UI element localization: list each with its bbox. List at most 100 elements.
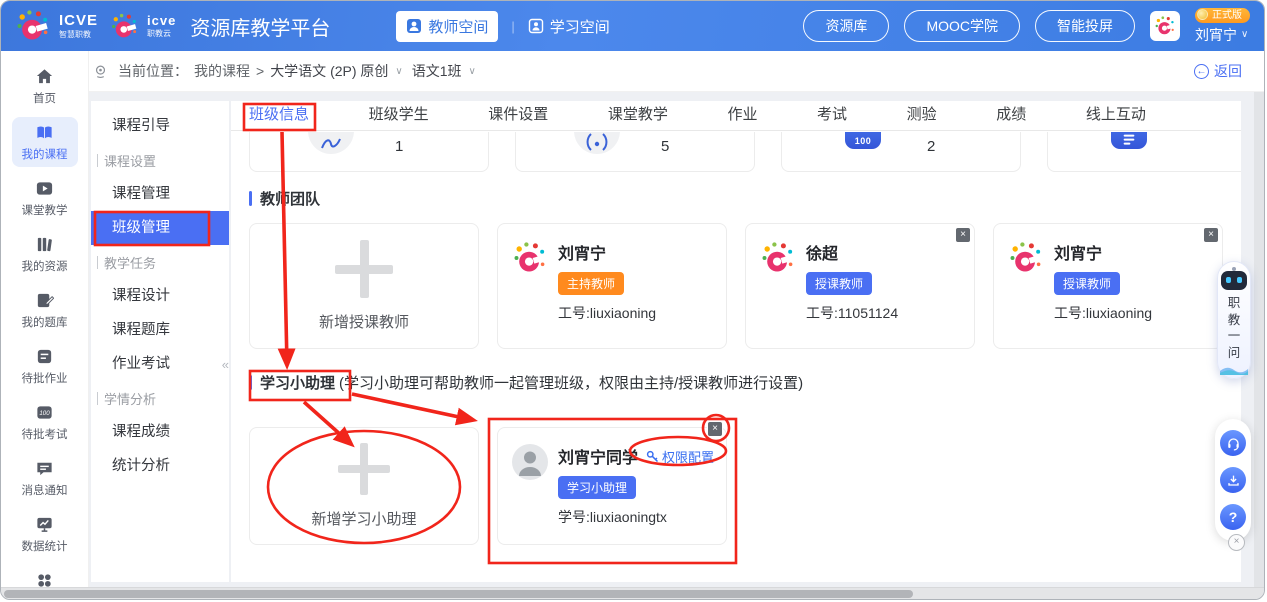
avatar [760, 240, 796, 276]
page-title: 资源库教学平台 [190, 12, 330, 41]
submenu-item-course-grades[interactable]: 课程成绩 [91, 415, 229, 449]
app-window: ICVE 智慧职教 icve 职教云 资源库教学平台 教师空间 | [0, 0, 1265, 600]
vertical-scrollbar-track[interactable] [1254, 51, 1264, 587]
location-pin-icon [93, 64, 108, 79]
breadcrumb: 当前位置： 我的课程 > 大学语文 (2P) 原创 ∨ 语文1班 ∨ ← 返回 [77, 51, 1264, 92]
teacher-stat-icon [308, 132, 354, 154]
floating-close-button[interactable]: × [1228, 534, 1245, 551]
tab-quiz[interactable]: 测验 [907, 101, 937, 131]
icve-logo-icon [15, 8, 51, 44]
assistant-grid: 新增学习小助理 × 刘宵宁同学 [249, 427, 1223, 545]
student-space-button[interactable]: 学习空间 [528, 16, 610, 37]
mooc-college-button[interactable]: MOOC学院 [904, 10, 1020, 42]
user-menu[interactable]: 正式版 刘宵宁 ∨ [1195, 8, 1250, 45]
add-teacher-button[interactable]: 新增授课教师 [249, 223, 479, 349]
tab-homework[interactable]: 作业 [727, 101, 757, 131]
tab-classroom-teaching[interactable]: 课堂教学 [608, 101, 668, 131]
tab-exam[interactable]: 考试 [817, 101, 847, 131]
smart-cast-button[interactable]: 智能投屏 [1035, 10, 1135, 42]
submenu-item-course-manage[interactable]: 课程管理 [91, 177, 229, 211]
remove-assistant-button[interactable]: × [707, 421, 723, 437]
teacher-space-button[interactable]: 教师空间 [396, 11, 498, 42]
remove-teacher-button[interactable]: × [1203, 227, 1219, 243]
submenu-collapse-handle[interactable]: « [222, 357, 229, 372]
message-icon [35, 459, 54, 478]
assistant-title-note: (学习小助理可帮助教师一起管理班级，权限由主持/授课教师进行设置) [339, 372, 803, 393]
stat-card-teachers: 1 [249, 132, 489, 172]
sidebar-item-home[interactable]: 首页 [12, 61, 78, 111]
submenu-group-course-settings: 课程设置 [91, 143, 229, 177]
sidebar-item-pending-homework[interactable]: 待批作业 [12, 341, 78, 391]
sidebar-item-messages[interactable]: 消息通知 [12, 453, 78, 503]
resource-library-button[interactable]: 资源库 [803, 10, 889, 42]
video-play-icon [35, 179, 54, 198]
submenu-item-statistic-analysis[interactable]: 统计分析 [91, 449, 229, 483]
stat-card-docs [1047, 132, 1241, 172]
ai-assistant-widget[interactable]: 职 教 一 问 [1217, 261, 1251, 379]
student-space-icon [528, 18, 544, 34]
submenu-item-course-question-bank[interactable]: 课程题库 [91, 313, 229, 347]
top-header: ICVE 智慧职教 icve 职教云 资源库教学平台 教师空间 | [1, 1, 1264, 51]
remove-teacher-button[interactable]: × [955, 227, 971, 243]
key-icon [646, 450, 659, 463]
student-space-label: 学习空间 [550, 16, 610, 37]
submenu-group-learning-analysis: 学情分析 [91, 381, 229, 415]
permission-config-link[interactable]: 权限配置 [646, 447, 714, 466]
sidebar-item-classroom-teaching[interactable]: 课堂教学 [12, 173, 78, 223]
submenu-item-homework-exam[interactable]: 作业考试 [91, 347, 229, 381]
back-label: 返回 [1214, 61, 1242, 81]
breadcrumb-prefix: 当前位置： [118, 61, 188, 81]
tab-courseware-settings[interactable]: 课件设置 [488, 101, 548, 131]
class-caret-icon[interactable]: ∨ [469, 66, 476, 77]
tab-grades[interactable]: 成绩 [996, 101, 1026, 131]
submenu-item-class-manage[interactable]: 班级管理 [91, 211, 229, 245]
chevron-down-icon: ∨ [1241, 29, 1248, 40]
sidebar-item-my-courses[interactable]: 我的课程 [12, 117, 78, 167]
assistant-card: × 刘宵宁同学 权限配置 [497, 427, 727, 545]
plus-icon [335, 240, 393, 298]
stat-card-students: 5 [515, 132, 755, 172]
student-avatar [512, 444, 548, 480]
role-badge: 授课教师 [1054, 272, 1120, 295]
submenu-item-course-design[interactable]: 课程设计 [91, 279, 229, 313]
teacher-id: 工号:11051124 [806, 303, 898, 323]
teacher-team-grid: 新增授课教师 刘宵宁 主持教师 工号:liuxiaoning × 徐超 授课教师… [249, 223, 1223, 349]
help-button[interactable]: ? [1220, 504, 1246, 530]
add-assistant-button[interactable]: 新增学习小助理 [249, 427, 479, 545]
app-launcher-icon[interactable] [1150, 11, 1180, 41]
tab-class-students[interactable]: 班级学生 [369, 101, 429, 131]
breadcrumb-root[interactable]: 我的课程 [194, 61, 250, 81]
avatar [1008, 240, 1044, 276]
version-badge: 正式版 [1195, 8, 1250, 23]
brand-primary-name: ICVE [59, 13, 98, 28]
back-button[interactable]: ← 返回 [1194, 61, 1242, 81]
breadcrumb-course-select[interactable]: 大学语文 (2P) 原创 [270, 61, 388, 81]
stat-value: 5 [661, 138, 669, 155]
teacher-team-title: 教师团队 [260, 188, 320, 209]
doc-stat-icon [1111, 132, 1147, 149]
tab-online-interaction[interactable]: 线上互动 [1086, 101, 1146, 131]
class-tabs: 班级信息 班级学生 课件设置 课堂教学 作业 考试 测验 成绩 线上互动 [231, 101, 1241, 131]
sidebar-item-pending-exams[interactable]: 100 待批考试 [12, 397, 78, 447]
role-badge-host: 主持教师 [558, 272, 624, 295]
svg-text:100: 100 [39, 410, 50, 417]
assistant-header: 学习小助理 (学习小助理可帮助教师一起管理班级，权限由主持/授课教师进行设置) [249, 372, 803, 393]
teacher-team-header: 教师团队 [249, 188, 320, 209]
customer-service-button[interactable] [1220, 430, 1246, 456]
submenu-group-teaching-tasks: 教学任务 [91, 245, 229, 279]
submenu-item-course-guide[interactable]: 课程引导 [91, 109, 229, 143]
assistant-title: 学习小助理 [260, 372, 335, 393]
download-button[interactable] [1220, 467, 1246, 493]
course-caret-icon[interactable]: ∨ [395, 66, 402, 77]
sidebar-item-my-resources[interactable]: 我的资源 [12, 229, 78, 279]
breadcrumb-class-select[interactable]: 语文1班 [412, 61, 462, 81]
add-assistant-label: 新增学习小助理 [311, 508, 416, 529]
stat-value: 1 [395, 138, 403, 155]
download-icon [1226, 473, 1241, 488]
horizontal-scrollbar-thumb[interactable] [4, 590, 913, 598]
sidebar-item-my-question-bank[interactable]: 我的题库 [12, 285, 78, 335]
sidebar-item-statistics[interactable]: 数据统计 [12, 509, 78, 559]
horizontal-scrollbar [1, 587, 1264, 599]
teacher-space-label: 教师空间 [428, 16, 488, 37]
tab-class-info[interactable]: 班级信息 [249, 101, 309, 131]
